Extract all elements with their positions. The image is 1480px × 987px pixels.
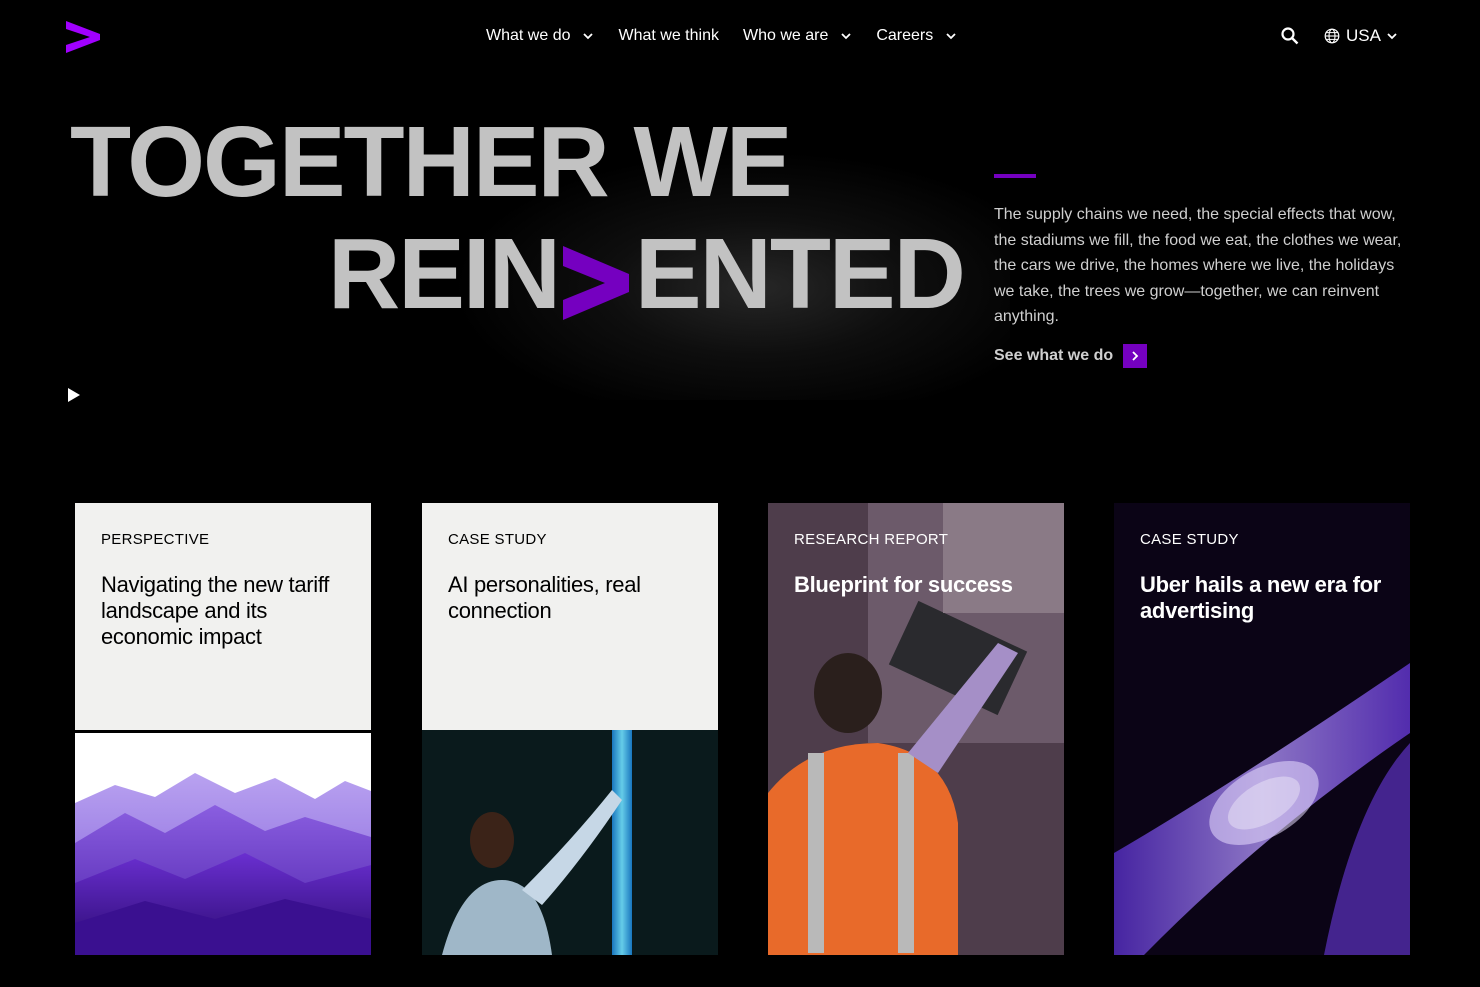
card-perspective[interactable]: PERSPECTIVE Navigating the new tariff la… [75, 503, 371, 955]
card-text-area: CASE STUDY AI personalities, real connec… [422, 503, 718, 730]
accent-divider [994, 174, 1036, 178]
nav-label: What we think [618, 27, 719, 44]
hero-headline-part2: ENTED [634, 218, 966, 330]
card-image-woman-hologram [422, 730, 718, 955]
card-text-area: RESEARCH REPORT Blueprint for success [768, 503, 1064, 626]
card-research-report[interactable]: RESEARCH REPORT Blueprint for success [768, 503, 1064, 955]
hero-description: The supply chains we need, the special e… [994, 206, 1402, 325]
woman-touching-light-photo [422, 730, 718, 955]
card-eyebrow: CASE STUDY [448, 531, 547, 548]
chevron-down-icon [841, 33, 851, 40]
main-nav: What we do What we think Who we are Care… [486, 24, 981, 48]
greater-than-icon [562, 246, 629, 320]
header-utilities: USA [1280, 24, 1398, 48]
card-case-study-ai[interactable]: CASE STUDY AI personalities, real connec… [422, 503, 718, 955]
card-title: Uber hails a new era for advertising [1140, 572, 1381, 623]
chevron-down-icon [1387, 33, 1397, 40]
nav-careers[interactable]: Careers [876, 27, 957, 45]
card-text-area: CASE STUDY Uber hails a new era for adve… [1114, 503, 1410, 652]
card-title: AI personalities, real connection [448, 572, 641, 623]
chevron-down-icon [583, 33, 594, 40]
nav-label: Careers [876, 27, 934, 44]
hero-headline-line2: REIN ENTED [328, 218, 966, 330]
chevron-right-icon [1132, 351, 1139, 361]
chevron-down-icon [946, 33, 956, 40]
card-eyebrow: CASE STUDY [1140, 531, 1239, 548]
nav-who-we-are[interactable]: Who we are [743, 27, 852, 45]
cta-label: See what we do [994, 347, 1114, 364]
purple-mountains-illustration [75, 733, 371, 955]
card-eyebrow: RESEARCH REPORT [794, 531, 949, 548]
locale-label: USA [1346, 26, 1381, 45]
play-icon[interactable] [66, 386, 82, 404]
search-icon[interactable] [1280, 26, 1300, 46]
globe-icon [1324, 28, 1340, 44]
card-text-area: PERSPECTIVE Navigating the new tariff la… [75, 503, 371, 730]
see-what-we-do-link[interactable]: See what we do [994, 344, 1148, 368]
locale-selector[interactable]: USA [1324, 26, 1398, 46]
card-image-purple-mountains [75, 733, 371, 955]
card-case-study-uber[interactable]: CASE STUDY Uber hails a new era for adve… [1114, 503, 1410, 955]
nav-label: What we do [486, 27, 571, 44]
accenture-logo[interactable] [64, 18, 102, 56]
card-title: Blueprint for success [794, 572, 1013, 597]
cta-arrow-button[interactable] [1123, 344, 1148, 368]
card-eyebrow: PERSPECTIVE [101, 531, 210, 548]
hero-headline-part1: REIN [328, 218, 561, 330]
card-title: Navigating the new tariff landscape and … [101, 572, 330, 649]
nav-what-we-think[interactable]: What we think [618, 27, 718, 45]
hero-headline-line1: TOGETHER WE [70, 106, 793, 218]
nav-what-we-do[interactable]: What we do [486, 27, 594, 45]
nav-label: Who we are [742, 27, 829, 44]
